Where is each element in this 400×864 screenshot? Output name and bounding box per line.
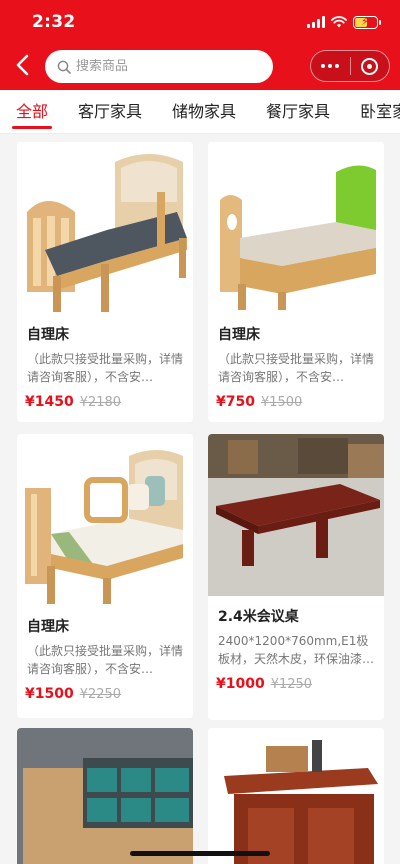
product-card[interactable]: 自理床 （此款只接受批量采购，详情请咨询客服），不含安… ¥750 ¥1500: [208, 142, 384, 422]
product-image[interactable]: [17, 434, 193, 606]
nav-bar: [0, 44, 400, 90]
product-description: （此款只接受批量采购，详情请咨询客服），不含安…: [27, 352, 184, 384]
price-row: ¥750 ¥1500: [208, 386, 384, 410]
product-image[interactable]: [17, 728, 193, 864]
category-tabs: 全部 客厅家具 储物家具 餐厅家具 卧室家具: [0, 90, 400, 134]
tab-dining[interactable]: 餐厅家具: [266, 90, 330, 133]
product-name: 自理床: [27, 327, 69, 343]
header: 2:32 ⚡: [0, 0, 400, 90]
product-card[interactable]: [17, 728, 193, 864]
product-image[interactable]: [208, 728, 384, 864]
product-card[interactable]: [208, 728, 384, 864]
tab-living-room[interactable]: 客厅家具: [78, 90, 142, 133]
tab-all[interactable]: 全部: [11, 90, 53, 133]
product-name: 自理床: [27, 619, 69, 635]
battery-icon: ⚡: [353, 15, 381, 29]
product-card[interactable]: 自理床 （此款只接受批量采购，详情请咨询客服），不含安… ¥1500 ¥2250: [17, 434, 193, 718]
close-miniapp-icon[interactable]: [350, 51, 389, 81]
price-row: ¥1500 ¥2250: [17, 678, 193, 702]
original-price: ¥2180: [79, 395, 122, 410]
product-price: ¥1000: [216, 676, 265, 692]
status-bar: 2:32 ⚡: [0, 0, 400, 44]
product-name: 2.4米会议桌: [218, 609, 299, 625]
home-indicator: [130, 851, 270, 856]
tab-bedroom[interactable]: 卧室家具: [360, 90, 400, 133]
product-image[interactable]: [208, 434, 384, 596]
tab-storage[interactable]: 储物家具: [172, 90, 236, 133]
product-card[interactable]: 2.4米会议桌 2400*1200*760mm,E1极板材，天然木皮，环保油漆……: [208, 434, 384, 720]
signal-icon: [307, 16, 325, 28]
search-bar[interactable]: [45, 50, 273, 83]
price-row: ¥1450 ¥2180: [17, 386, 193, 410]
miniapp-capsule: [310, 50, 390, 82]
product-price: ¥750: [216, 394, 255, 410]
wifi-icon: [331, 16, 347, 28]
product-grid: 自理床 （此款只接受批量采购，详情请咨询客服），不含安… ¥1450 ¥2180…: [0, 134, 400, 864]
product-price: ¥1450: [25, 394, 74, 410]
product-image[interactable]: [208, 142, 384, 314]
search-icon: [57, 60, 71, 74]
original-price: ¥2250: [79, 687, 122, 702]
original-price: ¥1250: [270, 677, 313, 692]
status-icons: ⚡: [307, 15, 381, 29]
product-name: 自理床: [218, 327, 260, 343]
search-input[interactable]: [76, 59, 246, 74]
product-image[interactable]: [17, 142, 193, 314]
back-arrow-icon[interactable]: [12, 52, 34, 78]
product-description: （此款只接受批量采购，详情请咨询客服），不含安…: [218, 352, 375, 384]
product-description: 2400*1200*760mm,E1极板材，天然木皮，环保油漆…: [218, 634, 375, 666]
price-row: ¥1000 ¥1250: [208, 668, 384, 692]
original-price: ¥1500: [260, 395, 303, 410]
product-description: （此款只接受批量采购，详情请咨询客服），不含安…: [27, 644, 184, 676]
more-options-icon[interactable]: [311, 51, 350, 81]
product-card[interactable]: 自理床 （此款只接受批量采购，详情请咨询客服），不含安… ¥1450 ¥2180: [17, 142, 193, 422]
product-price: ¥1500: [25, 686, 74, 702]
status-time: 2:32: [32, 12, 76, 32]
